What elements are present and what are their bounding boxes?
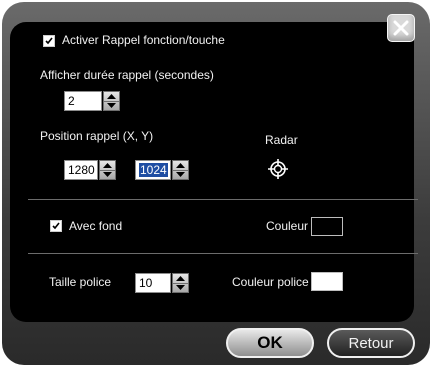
close-icon — [393, 20, 409, 36]
arrow-down-icon — [176, 285, 185, 290]
position-label: Position rappel (X, Y) — [40, 129, 154, 143]
font-color-label: Couleur police — [232, 275, 309, 289]
checkmark-icon — [52, 222, 60, 230]
background-checkbox[interactable] — [50, 220, 62, 232]
background-color-swatch[interactable] — [311, 217, 343, 236]
font-size-label: Taille police — [49, 275, 112, 289]
crosshair-target-icon — [268, 159, 288, 179]
activate-reminder-checkbox[interactable] — [43, 35, 55, 47]
position-x-input[interactable]: 1280 — [64, 160, 98, 180]
font-size-input[interactable]: 10 — [135, 273, 171, 293]
duration-spinner[interactable] — [103, 91, 120, 111]
position-y-spinner[interactable] — [172, 160, 189, 180]
radar-button[interactable] — [267, 158, 289, 180]
font-size-spinner-down[interactable] — [173, 283, 188, 292]
arrow-down-icon — [107, 103, 116, 108]
position-x-spinner-down[interactable] — [100, 170, 115, 179]
position-y-spinner-down[interactable] — [173, 170, 188, 179]
background-color-label: Couleur — [266, 219, 309, 233]
background-label: Avec fond — [69, 219, 123, 233]
close-button[interactable] — [387, 14, 415, 42]
duration-label: Afficher durée rappel (secondes) — [40, 68, 214, 82]
arrow-down-icon — [176, 172, 185, 177]
arrow-up-icon — [107, 94, 116, 99]
back-button[interactable]: Retour — [327, 328, 415, 358]
section-divider — [28, 253, 418, 254]
arrow-up-icon — [176, 163, 185, 168]
arrow-up-icon — [176, 276, 185, 281]
checkmark-icon — [45, 37, 53, 45]
position-y-input[interactable]: 1024 — [135, 160, 171, 180]
activate-reminder-label: Activer Rappel fonction/touche — [62, 33, 225, 47]
duration-spinner-down[interactable] — [104, 101, 119, 110]
radar-label: Radar — [265, 133, 298, 147]
font-size-spinner[interactable] — [172, 273, 189, 293]
section-divider — [28, 199, 418, 200]
duration-input[interactable]: 2 — [64, 91, 102, 111]
arrow-up-icon — [103, 163, 112, 168]
position-x-spinner[interactable] — [99, 160, 116, 180]
font-color-swatch[interactable] — [311, 272, 343, 291]
arrow-down-icon — [103, 172, 112, 177]
ok-button[interactable]: OK — [226, 328, 314, 358]
